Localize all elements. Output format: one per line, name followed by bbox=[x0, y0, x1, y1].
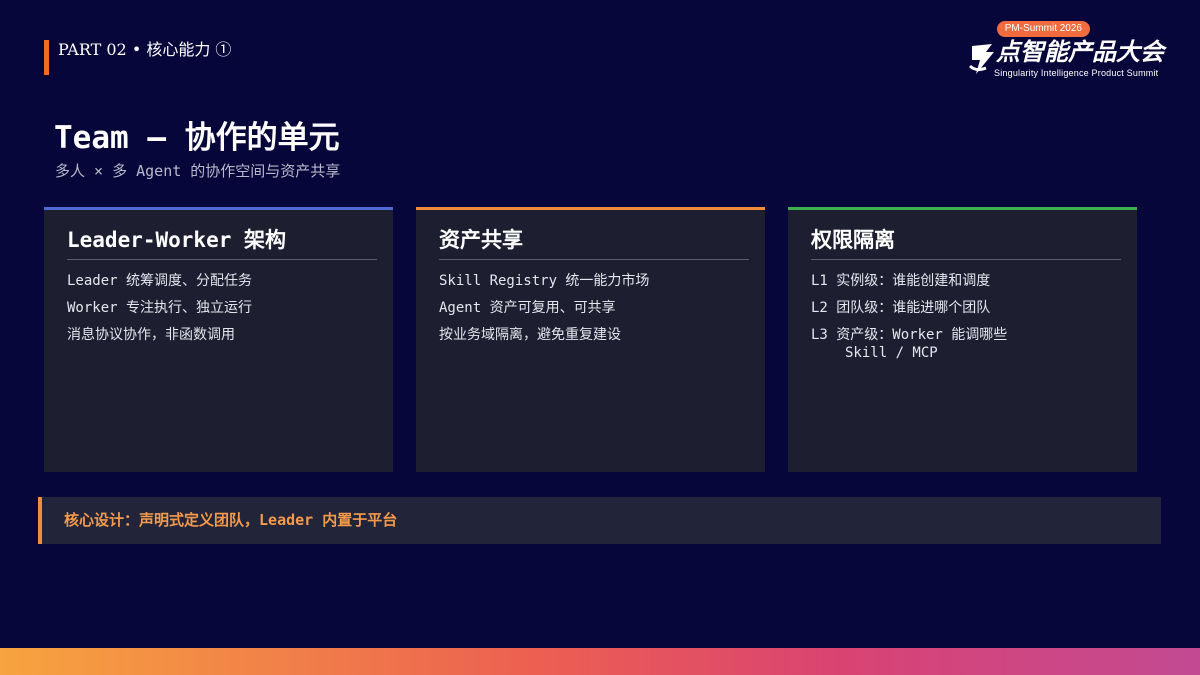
card-list: Leader 统筹调度、分配任务 Worker 专注执行、独立运行 消息协议协作… bbox=[67, 268, 383, 349]
card-list: Skill Registry 统一能力市场 Agent 资产可复用、可共享 按业… bbox=[439, 268, 755, 349]
card-asset-sharing: 资产共享 Skill Registry 统一能力市场 Agent 资产可复用、可… bbox=[416, 207, 765, 472]
card-permission-isolation: 权限隔离 L1 实例级：谁能创建和调度 L2 团队级：谁能进哪个团队 L3 资产… bbox=[788, 207, 1137, 472]
part-label: PART 02 • 核心能力 ① bbox=[58, 40, 232, 59]
list-item: 按业务域隔离，避免重复建设 bbox=[439, 327, 621, 343]
summit-logo: PM-Summit 2026 点智能产品大会 Singularity Intel… bbox=[966, 20, 1176, 82]
logo-name: 点智能产品大会 bbox=[996, 38, 1164, 66]
logo-subtitle: Singularity Intelligence Product Summit bbox=[994, 68, 1159, 78]
list-item: L2 团队级：谁能进哪个团队 bbox=[811, 300, 991, 316]
list-item: Worker 专注执行、独立运行 bbox=[67, 300, 253, 316]
card-list: L1 实例级：谁能创建和调度 L2 团队级：谁能进哪个团队 L3 资产级：Wor… bbox=[811, 268, 1127, 360]
card-heading: 资产共享 bbox=[439, 225, 749, 260]
bottom-gradient-strip bbox=[0, 648, 1200, 675]
page-subtitle: 多人 × 多 Agent 的协作空间与资产共享 bbox=[55, 162, 341, 180]
list-item: Skill Registry 统一能力市场 bbox=[439, 273, 650, 289]
card-heading: Leader-Worker 架构 bbox=[67, 225, 377, 260]
core-design-text: 核心设计：声明式定义团队，Leader 内置于平台 bbox=[64, 511, 398, 529]
list-item: Agent 资产可复用、可共享 bbox=[439, 300, 616, 316]
page-title: Team — 协作的单元 bbox=[54, 120, 340, 156]
list-item: L1 实例级：谁能创建和调度 bbox=[811, 273, 991, 289]
logo-badge: PM-Summit 2026 bbox=[996, 21, 1090, 37]
list-item: 消息协议协作，非函数调用 bbox=[67, 327, 235, 343]
card-heading: 权限隔离 bbox=[811, 225, 1121, 260]
part-accent-bar bbox=[44, 40, 49, 75]
core-design-callout: 核心设计：声明式定义团队，Leader 内置于平台 bbox=[38, 497, 1161, 544]
list-item: Leader 统筹调度、分配任务 bbox=[67, 273, 253, 289]
card-leader-worker: Leader-Worker 架构 Leader 统筹调度、分配任务 Worker… bbox=[44, 207, 393, 472]
